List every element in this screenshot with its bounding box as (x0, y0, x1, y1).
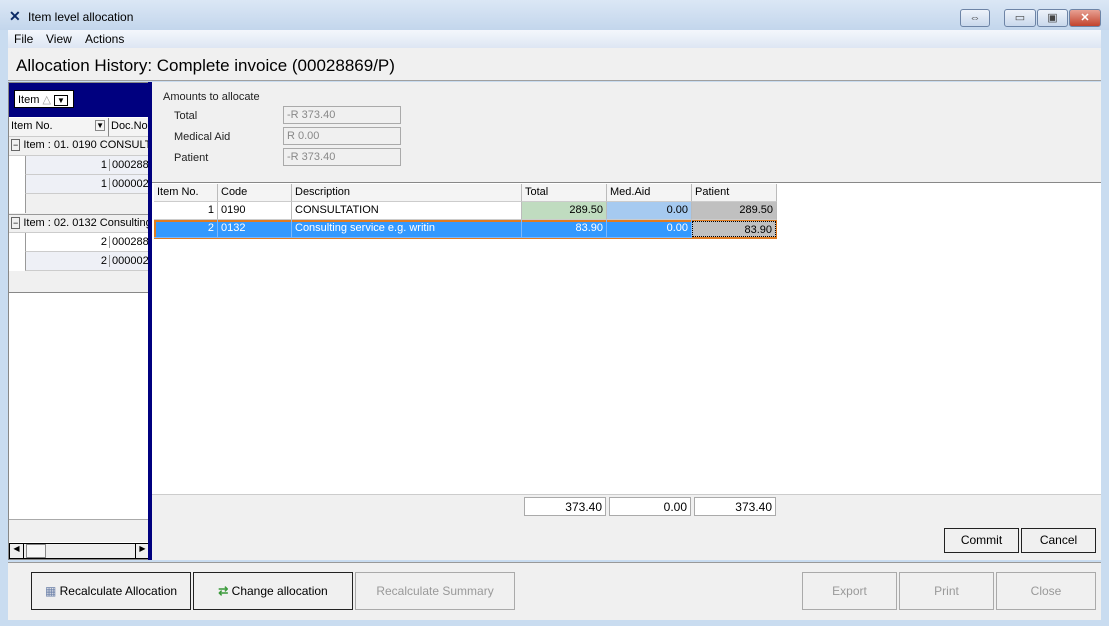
row2-item-no[interactable]: 2 (154, 220, 218, 238)
col-med-aid[interactable]: Med.Aid (607, 184, 692, 202)
page-title: Allocation History: Complete invoice (00… (16, 56, 395, 75)
footer (9, 519, 150, 542)
medical-aid-label: Medical Aid (174, 131, 231, 143)
patient-label: Patient (174, 152, 209, 164)
allocation-history-tree: Item △ ▼ Item No. ▼ Doc.No − Item : 01. 0… (8, 82, 150, 560)
row2-code[interactable]: 0132 (218, 220, 292, 238)
total-label: Total (174, 110, 198, 122)
chevron-down-icon: ▼ (54, 95, 68, 106)
group-by-dropdown[interactable]: Item △ ▼ (14, 90, 74, 108)
list-item[interactable]: 1 000002 (25, 175, 150, 194)
window-title: Item level allocation (28, 10, 134, 24)
col-description[interactable]: Description (292, 184, 522, 202)
row2-patient[interactable]: 83.90 (692, 221, 776, 237)
scroll-right-icon[interactable]: ▶ (135, 544, 149, 558)
list-item[interactable]: 1 000288 (25, 156, 150, 175)
group-row[interactable]: − Item : 01. 0190 CONSULT (9, 137, 150, 156)
column-header-item-no[interactable]: Item No. ▼ (9, 118, 109, 137)
row1-description[interactable]: CONSULTATION (292, 202, 522, 220)
col-item-no[interactable]: Item No. (154, 184, 218, 202)
collapse-icon: − (11, 139, 21, 151)
group-footer (9, 271, 150, 293)
col-code[interactable]: Code (218, 184, 292, 202)
sum-patient: 373.40 (694, 497, 776, 516)
group-row[interactable]: − Item : 02. 0132 Consulting (9, 214, 150, 233)
commit-button[interactable]: Commit (944, 528, 1019, 553)
row1-item-no[interactable]: 1 (154, 202, 218, 220)
list-item[interactable]: 2 000002 (25, 252, 150, 271)
patient-field: -R 373.40 (283, 148, 401, 166)
calculator-icon: ▦ (44, 584, 57, 598)
chevron-down-icon: ▼ (95, 120, 105, 131)
shuffle-icon: ⇄ (218, 584, 229, 598)
maximize-button[interactable]: ▣ (1037, 9, 1068, 27)
close-button[interactable]: Close (996, 572, 1096, 610)
row1-med-aid[interactable]: 0.00 (607, 202, 692, 220)
resize-icon[interactable]: ⇔ (960, 9, 990, 27)
minimize-button[interactable]: ▭ (1004, 9, 1036, 27)
row2-description[interactable]: Consulting service e.g. writin (292, 220, 522, 238)
row2-total[interactable]: 83.90 (522, 220, 607, 238)
col-patient[interactable]: Patient (692, 184, 777, 202)
row1-patient[interactable]: 289.50 (692, 202, 777, 220)
row1-total[interactable]: 289.50 (522, 202, 607, 220)
change-allocation-button[interactable]: ⇄ Change allocation (193, 572, 353, 610)
allocation-grid: Item No. Code Description Total Med.Aid … (152, 182, 1101, 519)
group-by-bar: Item △ ▼ (9, 83, 150, 117)
col-total[interactable]: Total (522, 184, 607, 202)
menu-actions[interactable]: Actions (85, 32, 124, 46)
horizontal-scrollbar[interactable]: ◀ ▶ (9, 543, 150, 559)
menu-file[interactable]: File (14, 32, 33, 46)
column-header-doc-no[interactable]: Doc.No (109, 118, 150, 137)
collapse-icon: − (11, 217, 21, 229)
group-by-value: Item (18, 94, 40, 106)
medical-aid-field: R 0.00 (283, 127, 401, 145)
scroll-left-icon[interactable]: ◀ (10, 544, 24, 558)
recalculate-summary-button[interactable]: Recalculate Summary (355, 572, 515, 610)
tools-icon: ✕ (9, 8, 21, 24)
scroll-thumb[interactable] (26, 544, 46, 558)
cancel-button[interactable]: Cancel (1021, 528, 1096, 553)
row2-med-aid[interactable]: 0.00 (607, 220, 692, 238)
amounts-heading: Amounts to allocate (163, 91, 260, 103)
sum-med-aid: 0.00 (609, 497, 691, 516)
menu-view[interactable]: View (46, 32, 72, 46)
list-item[interactable]: 2 000288 (25, 233, 150, 252)
print-button[interactable]: Print (899, 572, 994, 610)
row1-code[interactable]: 0190 (218, 202, 292, 220)
title-bar (0, 0, 1109, 30)
close-window-button[interactable]: ✕ (1069, 9, 1101, 27)
menu-bar (8, 30, 1101, 48)
sum-total: 373.40 (524, 497, 606, 516)
export-button[interactable]: Export (802, 572, 897, 610)
total-field: -R 373.40 (283, 106, 401, 124)
recalculate-allocation-button[interactable]: ▦ Recalculate Allocation (31, 572, 191, 610)
